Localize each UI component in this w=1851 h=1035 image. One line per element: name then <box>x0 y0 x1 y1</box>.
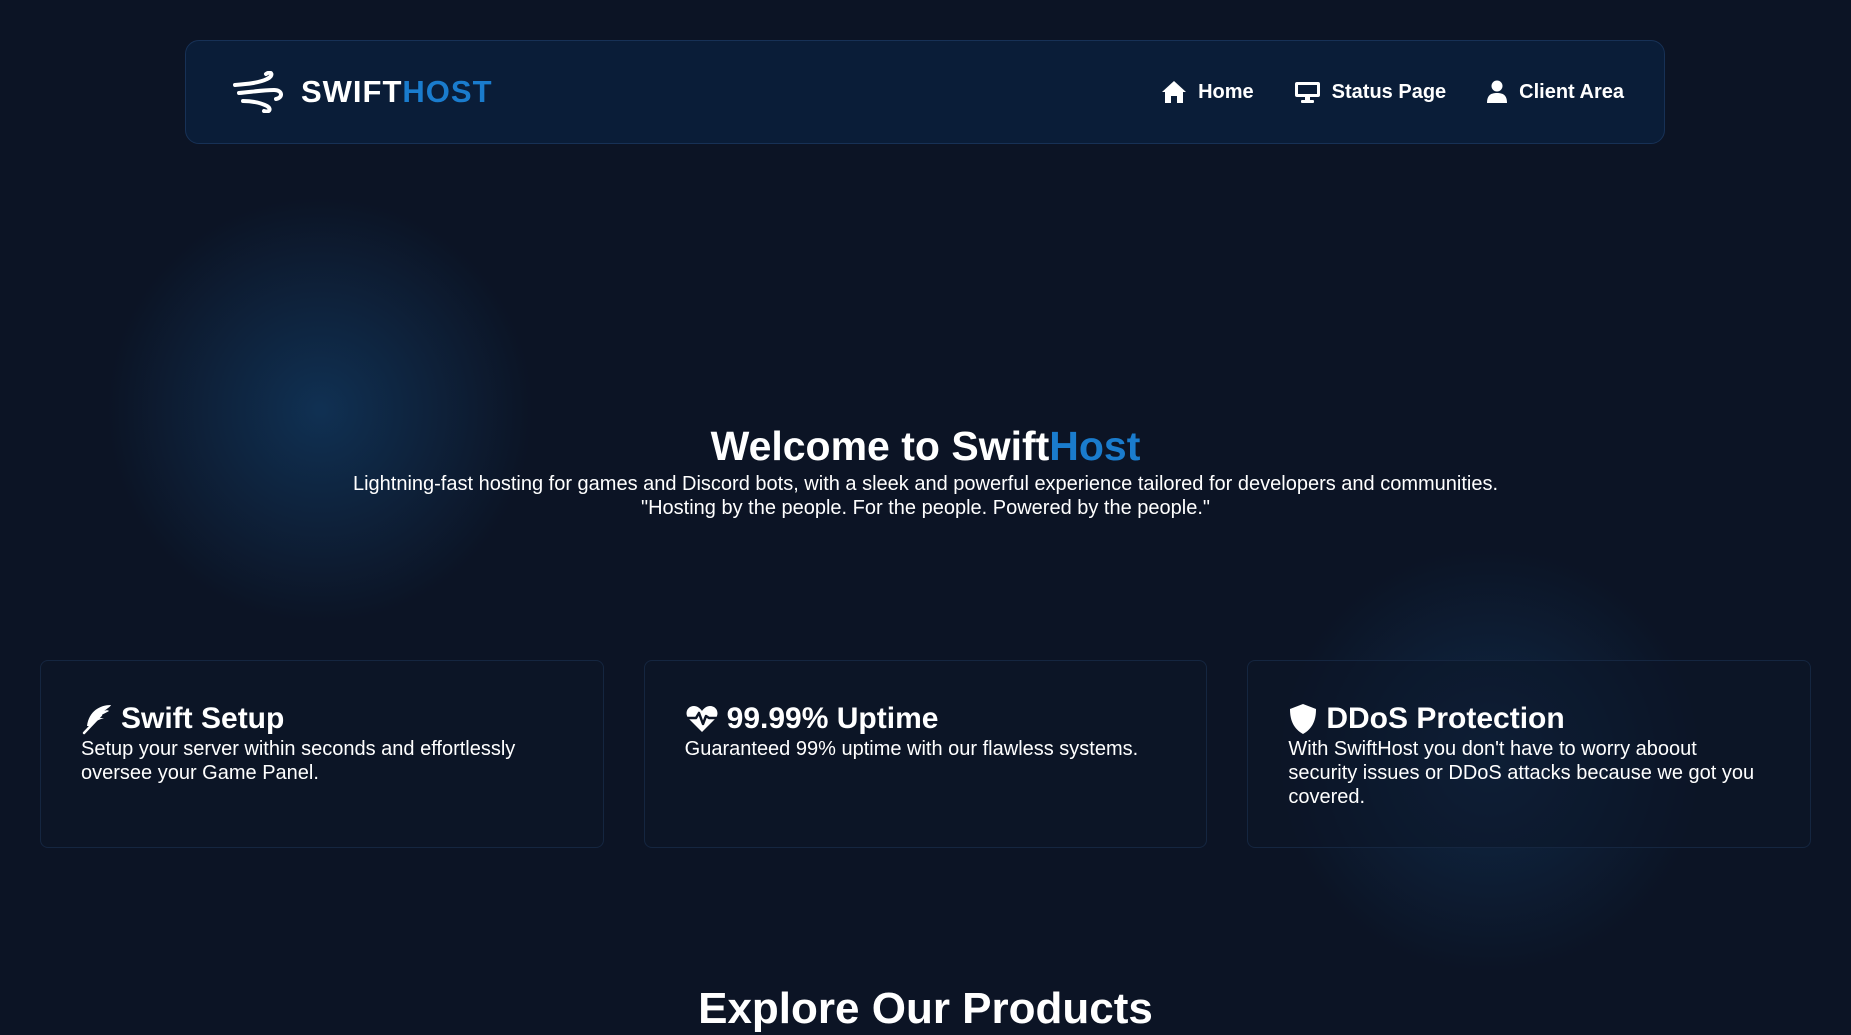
monitor-icon <box>1294 80 1321 104</box>
nav-client-area[interactable]: Client Area <box>1486 80 1624 104</box>
hero-title: Welcome to SwiftHost <box>710 423 1141 469</box>
hero-quote: "Hosting by the people. For the people. … <box>640 497 1210 519</box>
products-section-title: Explore Our Products <box>698 984 1153 1033</box>
feature-description: With SwiftHost you don't have to worry a… <box>1288 738 1755 808</box>
feature-description: Guaranteed 99% uptime with our flawless … <box>684 738 1139 760</box>
navbar: SWIFTHOST Home Status Page Client Area <box>185 40 1665 144</box>
nav-status-page[interactable]: Status Page <box>1294 80 1446 104</box>
feature-title: DDoS Protection <box>1326 702 1565 735</box>
hero: Welcome to SwiftHost Lightning-fast host… <box>0 420 1851 520</box>
shield-icon <box>1288 703 1318 735</box>
nav-client-area-label: Client Area <box>1519 80 1624 103</box>
feature-card-swift-setup: Swift Setup Setup your server within sec… <box>40 660 604 848</box>
home-icon <box>1161 80 1187 104</box>
nav-home-label: Home <box>1198 80 1254 103</box>
feature-card-ddos-protection: DDoS Protection With SwiftHost you don't… <box>1247 660 1812 848</box>
nav-status-page-label: Status Page <box>1331 80 1447 103</box>
feature-title: 99.99% Uptime <box>726 702 939 735</box>
feature-card-uptime: 99.99% Uptime Guaranteed 99% uptime with… <box>643 660 1208 848</box>
user-icon <box>1486 80 1508 104</box>
nav-home[interactable]: Home <box>1161 80 1254 104</box>
hero-subtitle: Lightning-fast hosting for games and Dis… <box>352 473 1499 495</box>
brand-logo[interactable]: SWIFTHOST <box>231 71 493 113</box>
heart-pulse-icon <box>685 704 719 734</box>
wind-icon <box>231 71 283 113</box>
brand-name: SWIFTHOST <box>301 74 493 109</box>
main-nav: Home Status Page Client Area <box>1161 80 1624 104</box>
feature-description: Setup your server within seconds and eff… <box>81 738 516 784</box>
features-section: Swift Setup Setup your server within sec… <box>40 660 1812 848</box>
feather-icon <box>81 703 113 735</box>
feature-title: Swift Setup <box>121 702 285 735</box>
background-glow <box>60 170 580 650</box>
